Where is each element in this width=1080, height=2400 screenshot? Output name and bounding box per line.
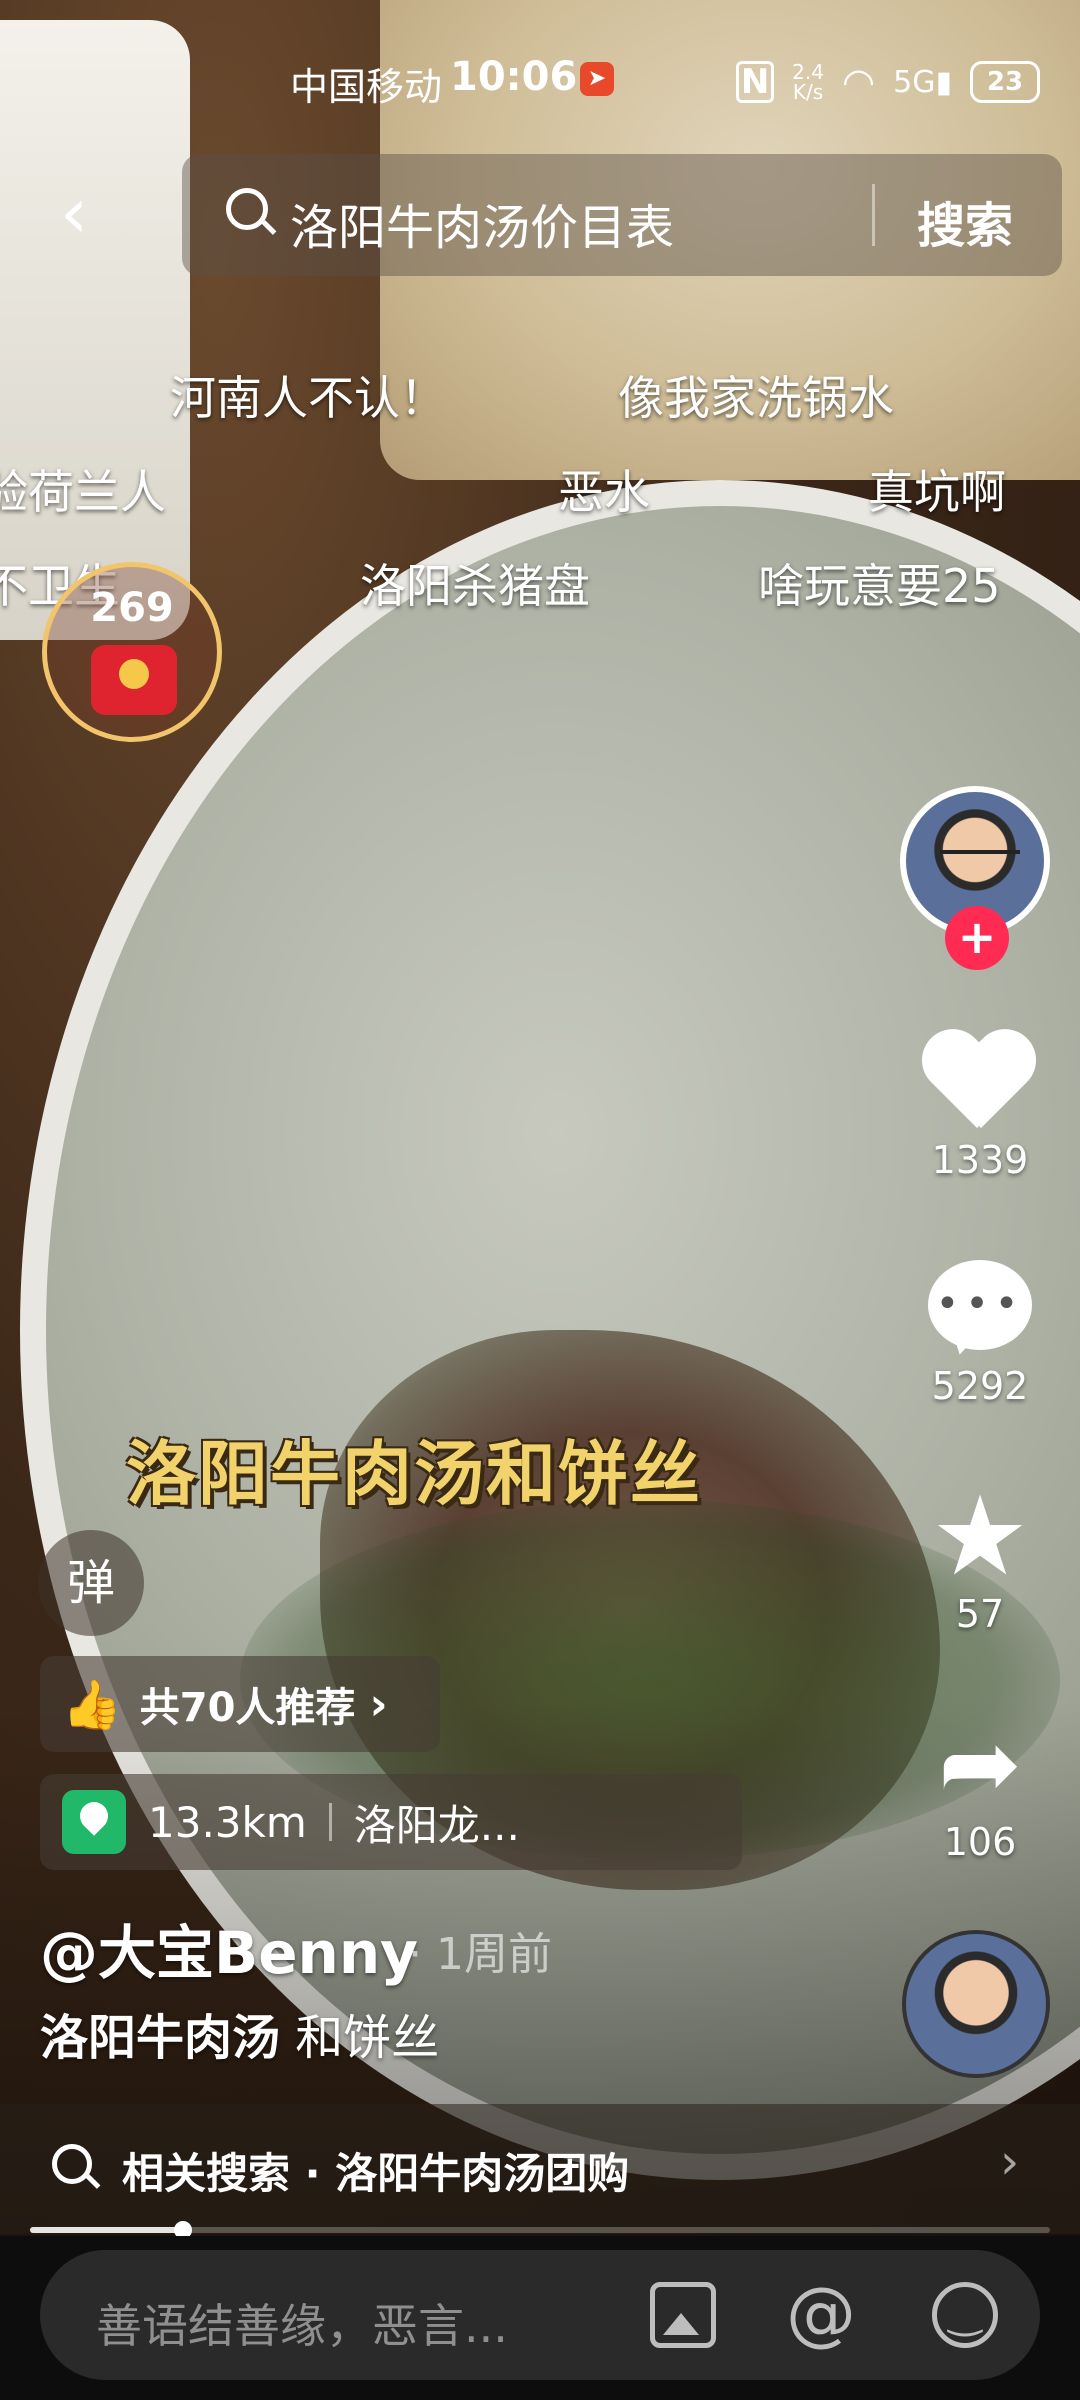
side-plate bbox=[0, 20, 190, 640]
like-button[interactable]: 1339 bbox=[900, 1032, 1060, 1182]
related-search-text: 相关搜索 · 洛阳牛肉汤团购 bbox=[122, 2149, 630, 2198]
related-search-bar[interactable]: 相关搜索 · 洛阳牛肉汤团购 › bbox=[0, 2104, 1080, 2234]
share-arrow-icon: ➦ bbox=[938, 1705, 1022, 1822]
post-time: · 1周前 bbox=[408, 1929, 552, 1980]
danmaku-item: 真坑啊 bbox=[868, 465, 1006, 519]
recommend-text: 共70人推荐 bbox=[139, 1685, 356, 1731]
wifi-icon: ◠ bbox=[841, 60, 876, 104]
location-pin-icon bbox=[62, 1790, 126, 1854]
search-input[interactable]: 洛阳牛肉汤价目表 bbox=[290, 188, 674, 258]
location-name: 洛阳龙... bbox=[353, 1800, 520, 1850]
danmaku-item: 河南人不认！ bbox=[170, 371, 446, 425]
star-icon: ★ bbox=[930, 1472, 1030, 1600]
comment-placeholder: 善语结善缘，恶言... bbox=[96, 2299, 508, 2353]
location-distance: 13.3km bbox=[148, 1797, 307, 1847]
red-packet-count: 269 bbox=[90, 585, 174, 631]
notification-app-icon: ➤ bbox=[580, 62, 614, 96]
danmaku-item: 洛阳杀猪盘 bbox=[360, 559, 590, 613]
carrier-name: 中国移动 bbox=[290, 65, 443, 109]
chevron-right-icon: › bbox=[1000, 2134, 1020, 2190]
danmaku-item: 像我家洗锅水 bbox=[618, 371, 894, 425]
divider bbox=[872, 184, 875, 246]
video-description: 洛阳牛肉汤 和饼丝 bbox=[40, 1998, 439, 2068]
clock: 10:06 bbox=[450, 54, 578, 100]
share-count: 106 bbox=[943, 1820, 1017, 1864]
danmaku-item: 啥玩意要25 bbox=[758, 559, 1001, 613]
location-chip[interactable]: 13.3km 洛阳龙... bbox=[40, 1774, 742, 1870]
heart-icon bbox=[925, 1032, 1035, 1132]
emoji-icon[interactable]: ‿ bbox=[932, 2282, 998, 2348]
share-button[interactable]: ➦ 106 bbox=[900, 1705, 1060, 1865]
battery-indicator: 23 bbox=[970, 61, 1040, 103]
red-packet-button[interactable]: 269 bbox=[42, 562, 222, 742]
comment-bar: 善语结善缘，恶言... @ ‿ bbox=[0, 2236, 1080, 2400]
thumbs-up-icon: 👍 bbox=[62, 1676, 122, 1733]
recommend-chip[interactable]: 👍 共70人推荐 › bbox=[40, 1656, 440, 1752]
search-icon bbox=[52, 2144, 92, 2184]
search-button[interactable]: 搜索 bbox=[917, 186, 1013, 256]
danmaku-toggle-button[interactable]: 弹 bbox=[38, 1530, 144, 1636]
search-bar[interactable]: 洛阳牛肉汤价目表 搜索 bbox=[182, 154, 1062, 276]
red-envelope-icon bbox=[91, 645, 177, 715]
description-tag[interactable]: 洛阳牛肉汤 bbox=[40, 2010, 280, 2066]
danmaku-item: 恶水 bbox=[558, 465, 650, 519]
video-progress-bar[interactable] bbox=[30, 2221, 1050, 2239]
video-caption: 洛阳牛肉汤和饼丝 bbox=[126, 1433, 702, 1515]
status-bar: 中国移动 10:06 ➤ N 2.4 K/s ◠ 5G▮ 23 bbox=[0, 52, 1080, 112]
follow-button[interactable]: + bbox=[945, 906, 1009, 970]
comment-icon: ••• bbox=[928, 1260, 1032, 1350]
divider bbox=[328, 1803, 332, 1841]
favorite-button[interactable]: ★ 57 bbox=[900, 1472, 1060, 1636]
comment-button[interactable]: ••• 5292 bbox=[900, 1260, 1060, 1408]
network-speed-unit: K/s bbox=[792, 80, 824, 104]
search-icon bbox=[226, 188, 268, 230]
chevron-right-icon: › bbox=[369, 1678, 388, 1730]
signal-type: 5G bbox=[893, 64, 936, 100]
nfc-icon: N bbox=[736, 61, 775, 103]
signal-icon: 5G▮ bbox=[893, 64, 952, 100]
progress-fill bbox=[30, 2227, 183, 2233]
at-mention-icon[interactable]: @ bbox=[786, 2278, 856, 2348]
comment-count: 5292 bbox=[931, 1364, 1029, 1408]
image-icon[interactable] bbox=[650, 2282, 716, 2348]
comment-input[interactable]: 善语结善缘，恶言... @ ‿ bbox=[40, 2250, 1040, 2380]
author-name[interactable]: @大宝Benny bbox=[40, 1906, 418, 1990]
description-text: 和饼丝 bbox=[280, 2010, 440, 2066]
favorite-count: 57 bbox=[955, 1592, 1005, 1636]
like-count: 1339 bbox=[931, 1138, 1029, 1182]
music-disc-avatar[interactable] bbox=[902, 1930, 1050, 2078]
back-button[interactable]: ‹ bbox=[60, 178, 120, 258]
network-speed: 2.4 K/s bbox=[792, 62, 824, 102]
danmaku-item: 验荷兰人 bbox=[0, 465, 166, 519]
glasses bbox=[940, 850, 1020, 876]
